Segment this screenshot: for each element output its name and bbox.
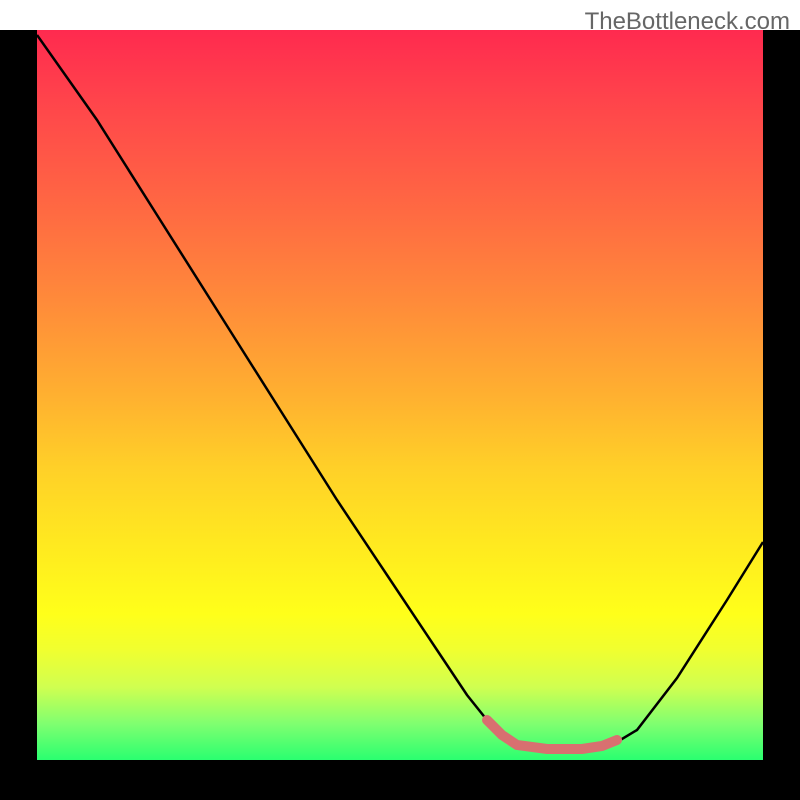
plot-area bbox=[37, 30, 763, 760]
highlight-line bbox=[487, 720, 617, 749]
chart-svg bbox=[37, 30, 763, 760]
chart-container: TheBottleneck.com bbox=[0, 0, 800, 800]
curve-line bbox=[37, 35, 763, 750]
chart-frame bbox=[0, 30, 800, 800]
watermark-text: TheBottleneck.com bbox=[585, 8, 790, 36]
